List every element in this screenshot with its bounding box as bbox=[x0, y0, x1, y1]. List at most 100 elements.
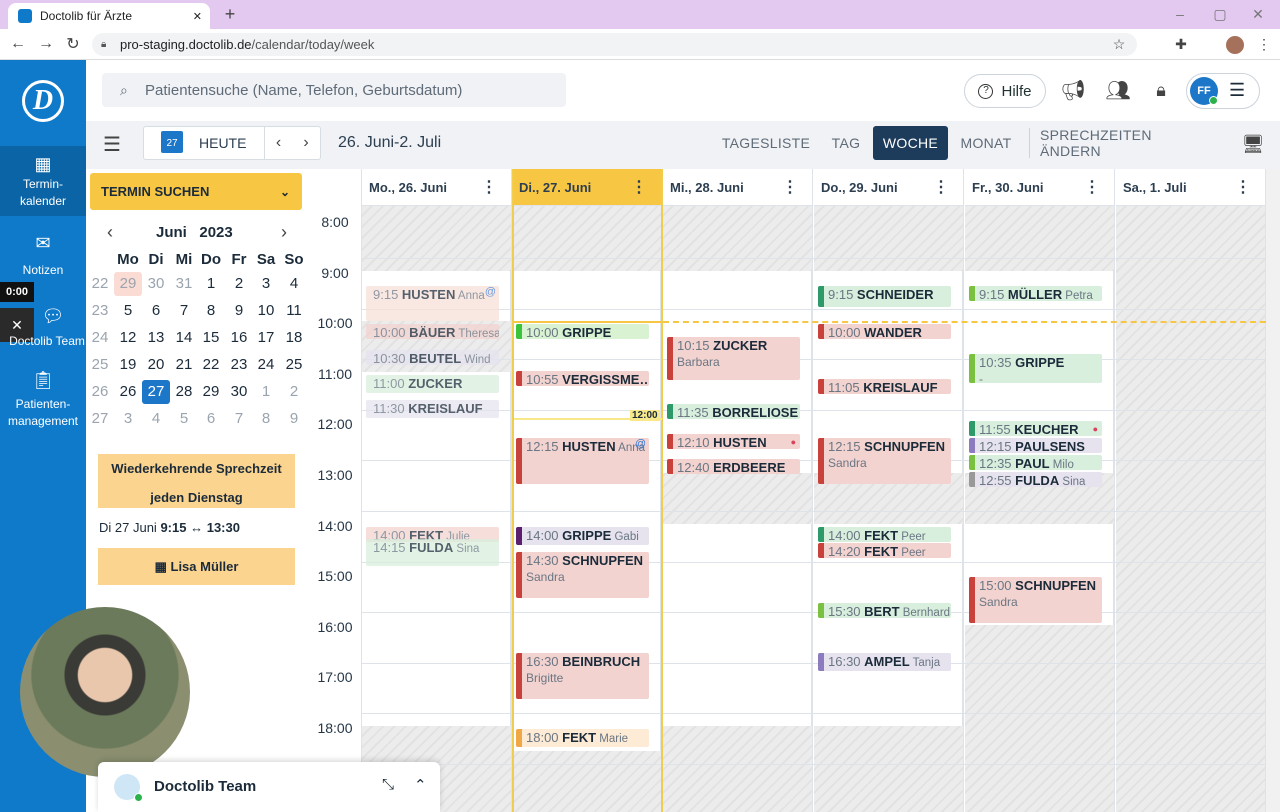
appointment[interactable]: 9:15 HUSTEN Anna @ bbox=[366, 286, 499, 322]
sidebar-item-notes[interactable]: ✉ Notizen bbox=[0, 232, 86, 279]
view-tageliste[interactable]: TAGESLISTE bbox=[718, 126, 814, 160]
user-menu[interactable]: FF ☰ bbox=[1186, 73, 1260, 109]
patient-search-input[interactable]: ⌕ Patientensuche (Name, Telefon, Geburts… bbox=[102, 73, 566, 107]
today-calendar-icon[interactable]: 27 bbox=[161, 131, 183, 153]
mini-cal-day[interactable]: 18 bbox=[280, 326, 308, 350]
mini-cal-day[interactable]: 2 bbox=[280, 380, 308, 404]
mini-cal-day[interactable]: 8 bbox=[252, 407, 280, 431]
prev-month-icon[interactable]: ‹ bbox=[100, 222, 120, 242]
mini-cal-day[interactable]: 5 bbox=[114, 299, 142, 323]
appointment[interactable]: 12:15 SCHNUPFEN Sandra bbox=[818, 438, 951, 484]
kebab-menu-icon[interactable]: ⋮ bbox=[1235, 169, 1251, 206]
mini-cal-day[interactable]: 11 bbox=[280, 299, 308, 323]
appointment[interactable]: 14:00 FEKT Peer bbox=[818, 526, 951, 542]
browser-tab[interactable]: Doctolib für Ärzte ✕ bbox=[8, 3, 210, 29]
view-woche[interactable]: WOCHE bbox=[873, 126, 948, 160]
appointment[interactable]: 12:15 PAULSENS bbox=[969, 438, 1102, 454]
prev-week-icon[interactable]: ‹ bbox=[264, 127, 292, 159]
appointment[interactable]: 12:15 HUSTEN Anna @ bbox=[516, 438, 649, 484]
back-icon[interactable]: ← bbox=[8, 34, 28, 54]
appointment[interactable]: 9:15 MÜLLER Petra bbox=[969, 286, 1102, 302]
appointment[interactable]: 9:15 SCHNEIDER bbox=[818, 286, 951, 307]
close-tab-icon[interactable]: ✕ bbox=[193, 10, 202, 23]
appointment[interactable]: 14:00 GRIPPE Gabi bbox=[516, 526, 649, 545]
mini-cal-day[interactable]: 6 bbox=[197, 407, 225, 431]
kebab-menu-icon[interactable]: ⋮ bbox=[933, 169, 949, 206]
mini-cal-day[interactable]: 1 bbox=[197, 272, 225, 296]
mini-cal-day[interactable]: 3 bbox=[252, 272, 280, 296]
extensions-icon[interactable]: ✚ bbox=[1172, 34, 1190, 54]
mini-cal-day[interactable]: 29 bbox=[197, 380, 225, 404]
mini-cal-day[interactable]: 13 bbox=[142, 326, 170, 350]
mini-cal-day[interactable]: 9 bbox=[280, 407, 308, 431]
appointment[interactable]: 10:00 WANDER bbox=[818, 324, 951, 340]
day-header[interactable]: Mo., 26. Juni ⋮ bbox=[362, 169, 512, 206]
view-monat[interactable]: MONAT bbox=[955, 126, 1017, 160]
monitor-icon[interactable]: 🖥︎ bbox=[1240, 132, 1266, 156]
mini-cal-day[interactable]: 1 bbox=[252, 380, 280, 404]
appointment[interactable]: 12:35 PAUL Milo bbox=[969, 454, 1102, 470]
mini-cal-day[interactable]: 21 bbox=[170, 353, 198, 377]
next-week-icon[interactable]: › bbox=[292, 127, 320, 159]
sidebar-item-calendar[interactable]: ▦ Termin- kalender bbox=[0, 146, 86, 216]
appointment[interactable]: 10:00 GRIPPE bbox=[516, 324, 649, 340]
edit-hours-button[interactable]: SPRECHZEITEN ÄNDERN bbox=[1040, 126, 1214, 160]
lock-button-icon[interactable]: 🔒︎ bbox=[1150, 78, 1172, 102]
next-month-icon[interactable]: › bbox=[274, 222, 294, 242]
mini-cal-day[interactable]: 27 bbox=[142, 380, 170, 404]
new-tab-button[interactable]: + bbox=[220, 4, 240, 24]
mini-cal-day[interactable]: 7 bbox=[170, 299, 198, 323]
appointment[interactable]: 11:00 ZUCKER bbox=[366, 374, 499, 393]
appointment[interactable]: 15:30 BERT Bernhard bbox=[818, 602, 951, 618]
scrollbar[interactable] bbox=[1266, 169, 1280, 812]
mini-cal-day[interactable]: 24 bbox=[252, 353, 280, 377]
mini-cal-day[interactable]: 19 bbox=[114, 353, 142, 377]
forward-icon[interactable]: → bbox=[36, 34, 56, 54]
appointment[interactable]: 10:35 GRIPPE - bbox=[969, 353, 1102, 383]
mini-cal-day[interactable]: 3 bbox=[114, 407, 142, 431]
doctolib-logo[interactable]: D bbox=[22, 80, 64, 122]
minimize-icon[interactable]: – bbox=[1170, 5, 1190, 23]
mini-cal-day[interactable]: 12 bbox=[114, 326, 142, 350]
day-header[interactable]: Sa., 1. Juli ⋮ bbox=[1116, 169, 1266, 206]
mini-cal-day[interactable]: 28 bbox=[170, 380, 198, 404]
mini-cal-day[interactable]: 4 bbox=[280, 272, 308, 296]
minimize-chat-icon[interactable]: ⤡ bbox=[382, 776, 394, 793]
url-field[interactable]: 🔒︎ pro-staging.doctolib.de/calendar/toda… bbox=[92, 33, 1137, 56]
sidebar-item-team[interactable]: 💬︎ Doctolib Team bbox=[0, 305, 86, 350]
kebab-menu-icon[interactable]: ⋮ bbox=[481, 169, 497, 206]
appointment[interactable]: 10:30 BEUTEL Wind bbox=[366, 349, 499, 365]
mini-cal-day[interactable]: 29 bbox=[114, 272, 142, 296]
mini-cal-day[interactable]: 30 bbox=[142, 272, 170, 296]
kebab-menu-icon[interactable]: ⋮ bbox=[1084, 169, 1100, 206]
mini-cal-day[interactable]: 14 bbox=[170, 326, 198, 350]
appointment[interactable]: 10:55 VERGISSME… bbox=[516, 370, 649, 386]
day-header[interactable]: Do., 29. Juni ⋮ bbox=[814, 169, 964, 206]
sidebar-item-patients[interactable]: 📋︎ Patienten- management bbox=[0, 368, 86, 430]
bookmark-star-icon[interactable]: ☆ bbox=[1110, 34, 1128, 54]
chevron-up-icon[interactable]: ⌃ bbox=[414, 776, 427, 794]
mini-cal-day[interactable]: 5 bbox=[170, 407, 198, 431]
appointment[interactable]: 12:40 ERDBEERE bbox=[667, 459, 800, 475]
appointment[interactable]: 11:55 KEUCHER ● bbox=[969, 421, 1102, 437]
appointment[interactable]: 18:00 FEKT Marie bbox=[516, 729, 649, 748]
appointment[interactable]: 11:35 BORRELIOSE bbox=[667, 404, 800, 420]
appointment[interactable]: 14:20 FEKT Peer bbox=[818, 543, 951, 559]
mini-cal-day[interactable]: 17 bbox=[252, 326, 280, 350]
profile-avatar[interactable] bbox=[1226, 36, 1244, 54]
find-appointment-button[interactable]: TERMIN SUCHEN ⌄ bbox=[90, 173, 302, 210]
mini-cal-day[interactable]: 15 bbox=[197, 326, 225, 350]
mini-cal-day[interactable]: 20 bbox=[142, 353, 170, 377]
today-button[interactable]: HEUTE bbox=[199, 135, 246, 151]
mini-cal-day[interactable]: 25 bbox=[280, 353, 308, 377]
maximize-icon[interactable]: ▢ bbox=[1210, 5, 1230, 23]
appointment[interactable]: 12:10 HUSTEN ● bbox=[667, 433, 800, 449]
browser-menu-icon[interactable]: ⋮ bbox=[1256, 34, 1272, 54]
reload-icon[interactable]: ↻ bbox=[63, 34, 83, 54]
help-button[interactable]: ? Hilfe bbox=[964, 74, 1046, 108]
appointment[interactable]: 14:15 FULDA Sina bbox=[366, 539, 499, 566]
mini-cal-day[interactable]: 22 bbox=[197, 353, 225, 377]
day-header[interactable]: Fr., 30. Juni ⋮ bbox=[965, 169, 1115, 206]
close-window-icon[interactable]: ✕ bbox=[1248, 5, 1268, 23]
practitioner-button[interactable]: ▦ Lisa Müller bbox=[98, 548, 295, 585]
